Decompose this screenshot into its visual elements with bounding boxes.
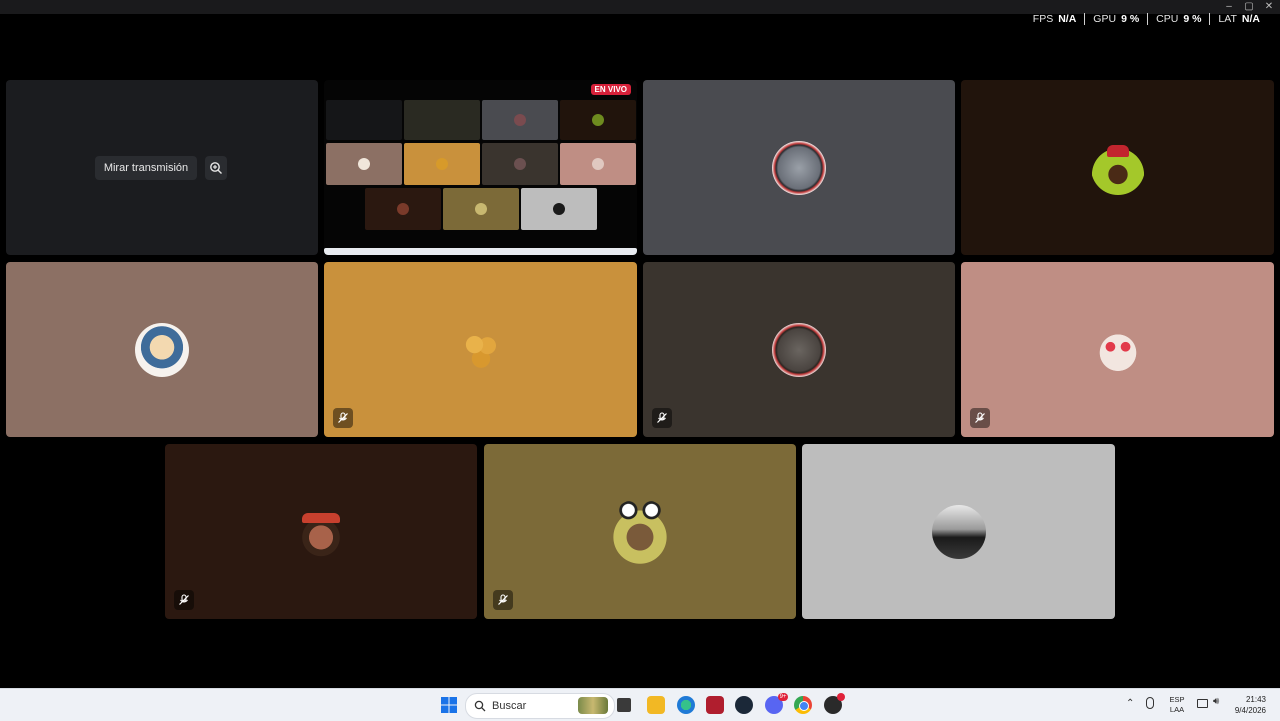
cpu-value: 9 % — [1183, 13, 1202, 25]
avatar — [1090, 322, 1145, 377]
fps-stat: FPS N/A — [1025, 13, 1085, 25]
participant-tile[interactable] — [961, 80, 1274, 255]
chrome-icon[interactable] — [794, 696, 812, 714]
steam-icon[interactable] — [735, 696, 753, 714]
avatar — [772, 140, 826, 195]
volume-icon[interactable]: 🔊︎ — [1213, 696, 1219, 707]
mini-tile — [521, 188, 597, 230]
lat-value: N/A — [1241, 13, 1260, 25]
language-code: ESP — [1169, 695, 1185, 704]
mini-tile — [365, 188, 441, 230]
participant-tile[interactable] — [6, 262, 318, 437]
mini-taskbar — [324, 248, 637, 255]
mini-tile — [404, 100, 480, 140]
muted-mic-icon — [179, 594, 189, 605]
taskbar-search[interactable]: Buscar — [465, 693, 615, 719]
avatar — [611, 499, 669, 564]
gpu-value: 9 % — [1121, 13, 1140, 25]
avatar — [135, 322, 189, 377]
search-icon — [474, 700, 486, 712]
mini-tile — [482, 143, 558, 185]
system-clock[interactable]: 21:43 9/4/2026 — [1235, 694, 1266, 716]
mini-tile — [404, 143, 480, 185]
avatar — [772, 322, 826, 377]
participant-tile[interactable] — [643, 80, 955, 255]
lat-stat: LAT N/A — [1209, 13, 1268, 25]
muted-mic-icon — [975, 412, 985, 423]
muted-mic-icon — [338, 412, 348, 423]
mute-indicator — [174, 590, 194, 610]
gpu-stat: GPU 9 % — [1084, 13, 1147, 25]
cpu-stat: CPU 9 % — [1147, 13, 1209, 25]
popout-stream-button[interactable] — [205, 156, 227, 180]
cpu-label: CPU — [1156, 13, 1179, 25]
task-view-icon[interactable] — [617, 698, 631, 712]
clock-time: 21:43 — [1245, 695, 1266, 704]
mute-indicator — [333, 408, 353, 428]
fps-value: N/A — [1058, 13, 1077, 25]
lat-label: LAT — [1218, 13, 1237, 25]
avatar — [294, 504, 348, 559]
fps-label: FPS — [1032, 13, 1054, 25]
mini-tile — [326, 100, 402, 140]
avatar — [453, 322, 508, 377]
language-indicator[interactable]: ESP LAA — [1166, 695, 1188, 715]
watch-stream-button[interactable]: Mirar transmisión — [95, 156, 197, 180]
windows-taskbar: Buscar 9+ ⌃ ESP LAA 🔊︎ 21:43 9/4/2026 — [0, 688, 1280, 721]
call-window: – ▢ ✕ FPS N/A GPU 9 % CPU 9 % LAT N/A Mi… — [0, 0, 1280, 688]
participant-tile[interactable] — [165, 444, 477, 619]
windows-start-icon[interactable] — [440, 696, 458, 714]
live-stream-preview[interactable]: EN VIVO — [324, 80, 637, 255]
mini-tile — [326, 143, 402, 185]
edge-icon[interactable] — [677, 696, 695, 714]
participant-tile[interactable] — [802, 444, 1115, 619]
participant-tile[interactable] — [324, 262, 637, 437]
tray-overflow-icon[interactable]: ⌃ — [1126, 698, 1134, 709]
gpu-label: GPU — [1093, 13, 1117, 25]
clock-date: 9/4/2026 — [1234, 706, 1266, 715]
discord-notification-badge: 9+ — [778, 693, 788, 701]
mute-indicator — [652, 408, 672, 428]
network-icon[interactable] — [1197, 699, 1208, 708]
live-badge: EN VIVO — [590, 84, 631, 95]
app-notification-dot — [837, 693, 845, 701]
participant-tile[interactable] — [643, 262, 955, 437]
file-explorer-icon[interactable] — [647, 696, 665, 714]
avatar — [1090, 140, 1145, 195]
app-icon[interactable] — [824, 693, 845, 714]
muted-mic-icon — [657, 412, 667, 423]
search-placeholder: Buscar — [492, 700, 527, 712]
muted-mic-icon — [498, 594, 508, 605]
keyboard-layout: LAA — [1169, 705, 1185, 714]
stream-watch-tile[interactable]: Mirar transmisión — [6, 80, 318, 255]
acrobat-icon[interactable] — [706, 696, 724, 714]
mini-tile — [560, 100, 636, 140]
search-highlight-image — [578, 697, 608, 714]
mute-indicator — [493, 590, 513, 610]
performance-overlay: FPS N/A GPU 9 % CPU 9 % LAT N/A — [1025, 12, 1268, 26]
participant-tile[interactable] — [484, 444, 796, 619]
discord-icon[interactable]: 9+ — [765, 693, 788, 714]
zoom-plus-icon — [210, 162, 222, 174]
mini-tile — [560, 143, 636, 185]
mini-tile — [482, 100, 558, 140]
mini-tile — [443, 188, 519, 230]
participant-tile[interactable] — [961, 262, 1274, 437]
mute-indicator — [970, 408, 990, 428]
microphone-icon[interactable] — [1146, 697, 1154, 709]
avatar — [931, 504, 986, 559]
